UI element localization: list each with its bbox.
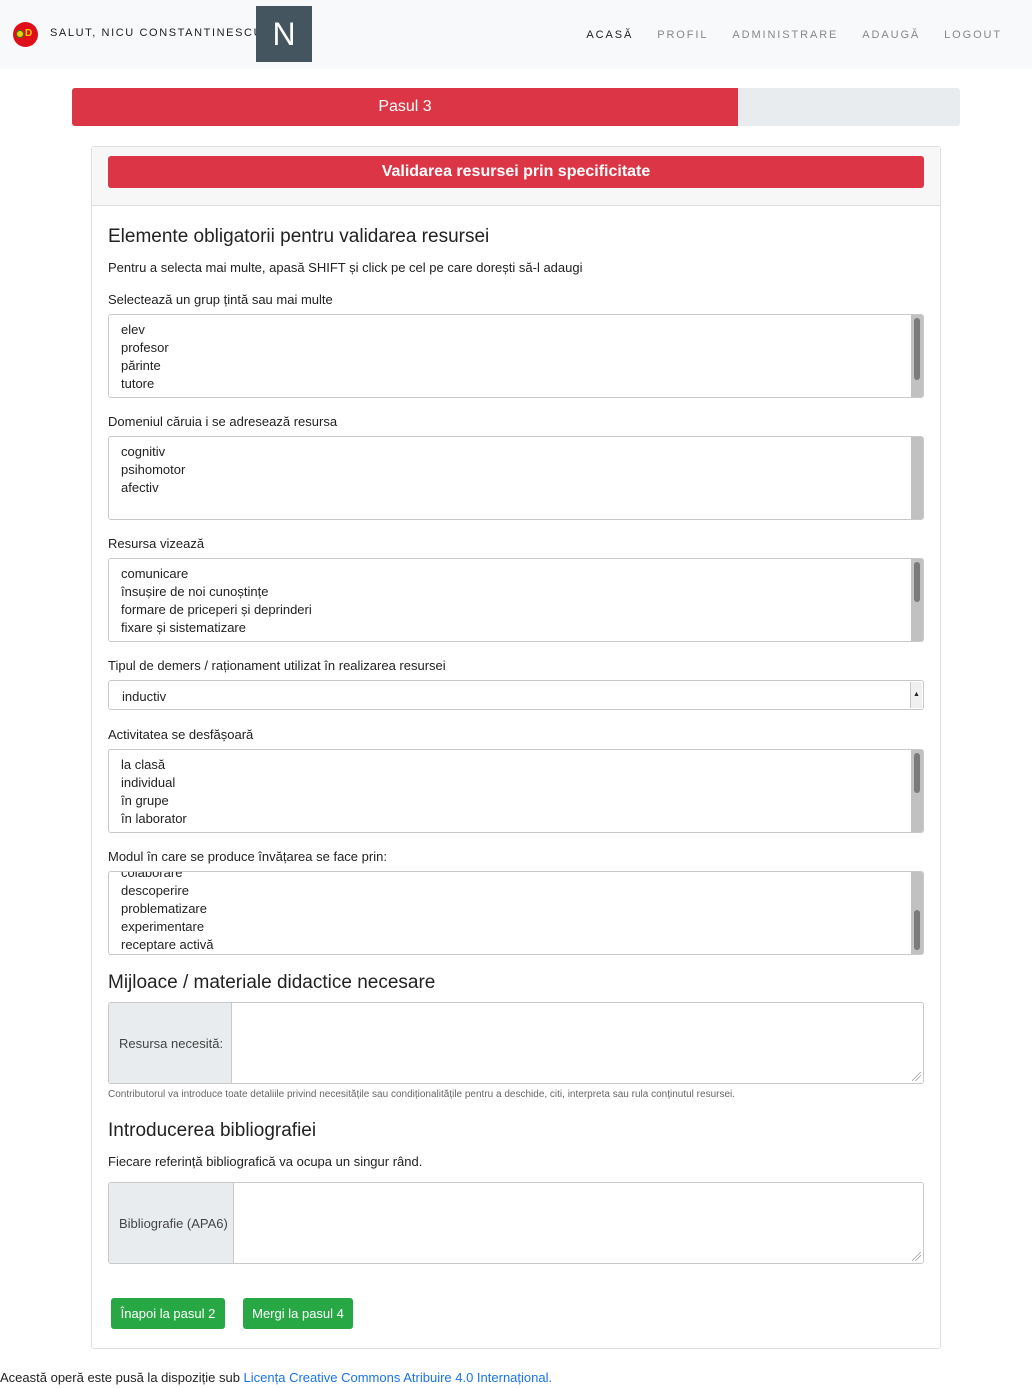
list-option[interactable]: problematizare (121, 900, 207, 918)
learning-mode-select[interactable]: colaborare descoperire problematizare ex… (108, 871, 924, 955)
nav-item-profil[interactable]: PROFIL (657, 29, 708, 41)
materials-addon: Resursa necesită: (109, 1003, 232, 1083)
list-option[interactable]: elev (121, 321, 145, 339)
domain-label: Domeniul căruia i se adresează resursa (108, 414, 338, 429)
list-option[interactable]: la clasă (121, 756, 165, 774)
resize-grip-icon[interactable] (912, 1252, 921, 1261)
scrollbar[interactable] (911, 750, 923, 832)
reasoning-select[interactable]: inductiv ▲ (108, 680, 924, 710)
step-card: Validarea resursei prin specificitate El… (91, 146, 941, 1349)
bibliography-hint: Fiecare referință bibliografică va ocupa… (108, 1154, 423, 1169)
back-to-step2-button[interactable]: Înapoi la pasul 2 (111, 1298, 225, 1329)
list-option[interactable]: însușire de noi cunoștințe (121, 583, 268, 601)
bibliography-textarea[interactable] (234, 1183, 923, 1263)
list-option[interactable]: în laborator (121, 810, 187, 828)
nav-item-administrare[interactable]: ADMINISTRARE (732, 29, 838, 41)
bibliography-addon: Bibliografie (APA6) (109, 1183, 234, 1263)
activity-label: Activitatea se desfășoară (108, 727, 254, 742)
section-heading-required: Elemente obligatorii pentru validarea re… (108, 226, 490, 247)
nav-item-logout[interactable]: LOGOUT (944, 29, 1002, 41)
list-option[interactable]: descoperire (121, 882, 189, 900)
list-option[interactable]: colaborare (121, 872, 182, 882)
target-group-select[interactable]: elev profesor părinte tutore (108, 314, 924, 398)
step-progress-bar: Pasul 3 (72, 88, 738, 126)
brand-logo-icon[interactable]: D (13, 22, 38, 47)
multi-select-hint: Pentru a selecta mai multe, apasă SHIFT … (108, 260, 583, 275)
list-option[interactable]: individual (121, 774, 175, 792)
license-link[interactable]: Licența Creative Commons Atribuire 4.0 I… (244, 1370, 553, 1385)
card-title: Validarea resursei prin specificitate (108, 156, 924, 188)
section-heading-bibliography: Introducerea bibliografiei (108, 1120, 317, 1141)
nav-item-adauga[interactable]: ADAUGĂ (862, 29, 920, 41)
list-option[interactable]: experimentare (121, 918, 204, 936)
bibliography-input-group: Bibliografie (APA6) (108, 1182, 924, 1264)
list-option[interactable]: receptare activă (121, 936, 214, 954)
dropdown-arrow-icon[interactable]: ▲ (910, 682, 922, 708)
reasoning-label: Tipul de demers / raționament utilizat î… (108, 658, 446, 673)
list-option[interactable]: în grupe (121, 792, 169, 810)
targets-select[interactable]: comunicare însușire de noi cunoștințe fo… (108, 558, 924, 642)
list-option[interactable]: profesor (121, 339, 169, 357)
card-header: Validarea resursei prin specificitate (92, 147, 940, 206)
go-to-step4-button[interactable]: Mergi la pasul 4 (243, 1298, 353, 1329)
list-option[interactable]: cognitiv (121, 443, 165, 461)
activity-select[interactable]: la clasă individual în grupe în laborato… (108, 749, 924, 833)
nav-item-acasa[interactable]: ACASĂ (586, 29, 633, 41)
materials-textarea[interactable] (232, 1003, 923, 1083)
targets-label: Resursa vizează (108, 536, 205, 551)
target-group-label: Selectează un grup țintă sau mai multe (108, 292, 333, 307)
materials-input-group: Resursa necesită: (108, 1002, 924, 1084)
step-progress: Pasul 3 (72, 88, 960, 126)
reasoning-value: inductiv (122, 689, 167, 704)
domain-select[interactable]: cognitiv psihomotor afectiv (108, 436, 924, 520)
list-option[interactable]: psihomotor (121, 461, 185, 479)
footer-text: Această operă este pusă la dispoziție su… (0, 1370, 244, 1385)
section-heading-materials: Mijloace / materiale didactice necesare (108, 972, 436, 993)
list-option[interactable]: tutore (121, 375, 154, 393)
greeting-text: SALUT, NICU CONSTANTINESCU (50, 27, 264, 39)
list-option[interactable]: comunicare (121, 565, 188, 583)
materials-help: Contributorul va introduce toate detalii… (108, 1089, 736, 1100)
scrollbar[interactable] (911, 315, 923, 397)
scrollbar[interactable] (911, 872, 923, 954)
learning-mode-label: Modul în care se produce învățarea se fa… (108, 849, 387, 864)
list-option[interactable]: formare de priceperi și deprinderi (121, 601, 312, 619)
footer: Această operă este pusă la dispoziție su… (0, 1370, 552, 1385)
scrollbar[interactable] (911, 437, 923, 519)
list-option[interactable]: afectiv (121, 479, 159, 497)
avatar[interactable]: N (256, 6, 312, 62)
resize-grip-icon[interactable] (912, 1072, 921, 1081)
scrollbar[interactable] (911, 559, 923, 641)
navbar: D SALUT, NICU CONSTANTINESCU N ACASĂ PRO… (0, 0, 1032, 69)
list-option[interactable]: fixare și sistematizare (121, 619, 246, 637)
nav-menu: ACASĂ PROFIL ADMINISTRARE ADAUGĂ LOGOUT (562, 29, 1002, 41)
list-option[interactable]: părinte (121, 357, 161, 375)
